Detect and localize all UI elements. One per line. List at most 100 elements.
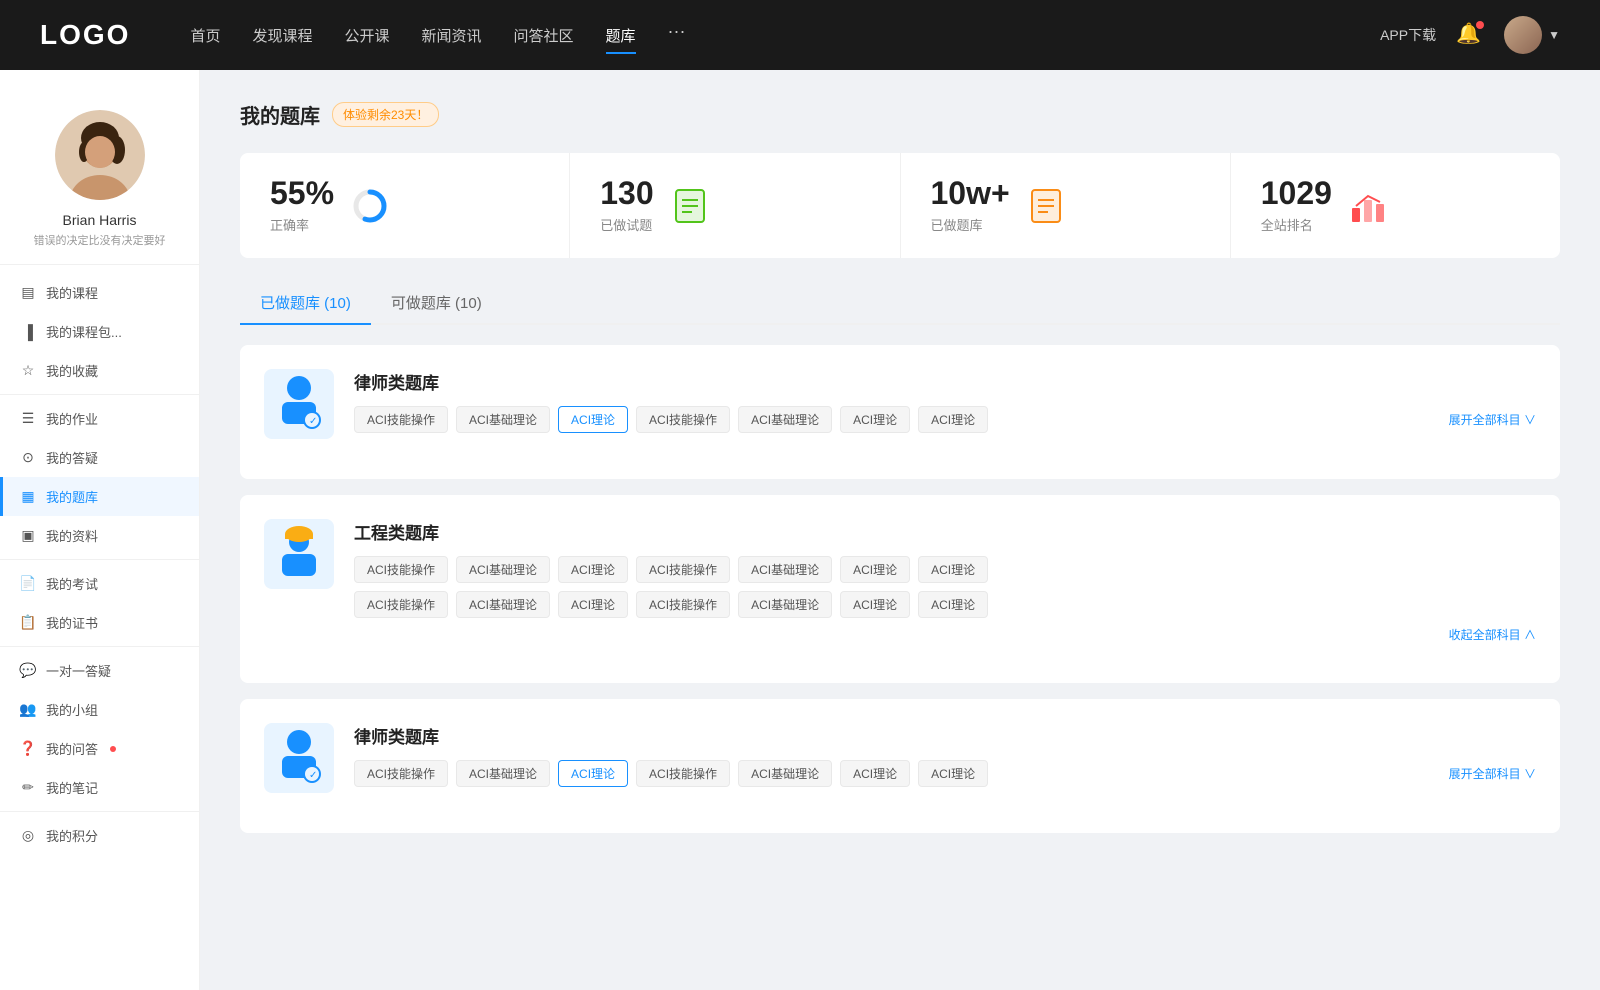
- stat-questions-done-label: 已做试题: [600, 215, 653, 234]
- bank-tag[interactable]: ACI基础理论: [738, 406, 832, 433]
- nav-bank[interactable]: 题库: [606, 21, 636, 50]
- bank-tag[interactable]: ACI理论: [840, 556, 910, 583]
- menu-item-my-course[interactable]: ▤ 我的课程: [0, 273, 199, 312]
- bank-tag[interactable]: ACI理论: [840, 760, 910, 787]
- sidebar: Brian Harris 错误的决定比没有决定要好 ▤ 我的课程 ▐ 我的课程包…: [0, 70, 200, 990]
- bank-tag[interactable]: ACI基础理论: [738, 556, 832, 583]
- menu-bank-label: 我的题库: [46, 487, 98, 506]
- nav-bell[interactable]: 🔔: [1456, 21, 1484, 49]
- bank-tag[interactable]: ACI技能操作: [636, 591, 730, 618]
- bank-tag[interactable]: ACI技能操作: [354, 760, 448, 787]
- menu-collection-icon: ☆: [20, 363, 36, 379]
- bank-tag[interactable]: ACI技能操作: [354, 591, 448, 618]
- nav-right: APP下载 🔔 ▼: [1380, 16, 1560, 54]
- stat-correct-rate: 55% 正确率: [240, 153, 570, 258]
- menu-item-my-bank[interactable]: ▦ 我的题库: [0, 477, 199, 516]
- menu-group-label: 我的小组: [46, 700, 98, 719]
- bank-tag[interactable]: ACI技能操作: [354, 556, 448, 583]
- menu-item-my-notes[interactable]: ✏ 我的笔记: [0, 768, 199, 807]
- bank-tag[interactable]: ACI基础理论: [456, 556, 550, 583]
- bank-card-lawyer-1: ✓ 律师类题库 ACI技能操作 ACI基础理论 ACI理论 ACI技能操作 AC…: [240, 345, 1560, 479]
- nav-discover[interactable]: 发现课程: [252, 21, 312, 50]
- menu-item-my-question[interactable]: ❓ 我的问答: [0, 729, 199, 768]
- bank-tag[interactable]: ACI技能操作: [636, 556, 730, 583]
- profile-motto: 错误的决定比没有决定要好: [34, 232, 166, 248]
- menu-item-my-qa[interactable]: ⊙ 我的答疑: [0, 438, 199, 477]
- stat-correct-rate-value: 55%: [270, 177, 334, 209]
- bank-tag[interactable]: ACI理论: [918, 591, 988, 618]
- bank-tags-lawyer-2: ACI技能操作 ACI基础理论 ACI理论 ACI技能操作 ACI基础理论 AC…: [354, 760, 1536, 787]
- tab-available-banks[interactable]: 可做题库 (10): [371, 282, 502, 323]
- menu-course-label: 我的课程: [46, 283, 98, 302]
- menu-notes-icon: ✏: [20, 780, 36, 796]
- menu-item-my-homework[interactable]: ☰ 我的作业: [0, 399, 199, 438]
- menu-question-dot: [110, 746, 116, 752]
- stat-rank-icon: [1348, 186, 1388, 226]
- menu-group-icon: 👥: [20, 702, 36, 718]
- bank-tag[interactable]: ACI理论: [918, 760, 988, 787]
- bank-card-engineer: 工程类题库 ACI技能操作 ACI基础理论 ACI理论 ACI技能操作 ACI基…: [240, 495, 1560, 683]
- bank-tag[interactable]: ACI技能操作: [354, 406, 448, 433]
- bank-card-engineer-header: 工程类题库 ACI技能操作 ACI基础理论 ACI理论 ACI技能操作 ACI基…: [264, 519, 1536, 643]
- nav-home[interactable]: 首页: [190, 21, 220, 50]
- menu-item-my-collection[interactable]: ☆ 我的收藏: [0, 351, 199, 390]
- menu-qa-icon: ⊙: [20, 450, 36, 466]
- stat-rank-value: 1029: [1261, 177, 1332, 209]
- bank-tag-highlighted[interactable]: ACI理论: [558, 406, 628, 433]
- bank-expand-lawyer-2[interactable]: 展开全部科目 ∨: [1449, 765, 1536, 782]
- page-title: 我的题库: [240, 100, 320, 129]
- nav-qa[interactable]: 问答社区: [514, 21, 574, 50]
- menu-collection-label: 我的收藏: [46, 361, 98, 380]
- menu-divider-1: [0, 394, 199, 395]
- bank-icon-lawyer-2: ✓: [264, 723, 334, 793]
- bank-tag[interactable]: ACI理论: [840, 406, 910, 433]
- bank-tag[interactable]: ACI理论: [918, 556, 988, 583]
- page-layout: Brian Harris 错误的决定比没有决定要好 ▤ 我的课程 ▐ 我的课程包…: [0, 0, 1600, 990]
- nav-avatar-wrap[interactable]: ▼: [1504, 16, 1560, 54]
- menu-item-my-data[interactable]: ▣ 我的资料: [0, 516, 199, 555]
- menu-one-on-one-label: 一对一答疑: [46, 661, 111, 680]
- bank-tag-highlighted[interactable]: ACI理论: [558, 760, 628, 787]
- menu-course-icon: ▤: [20, 285, 36, 301]
- nav-chevron-icon: ▼: [1548, 28, 1560, 42]
- menu-cert-label: 我的证书: [46, 613, 98, 632]
- bank-tag[interactable]: ACI理论: [558, 556, 628, 583]
- menu-item-my-exam[interactable]: 📄 我的考试: [0, 564, 199, 603]
- bank-tag[interactable]: ACI理论: [840, 591, 910, 618]
- nav-open-course[interactable]: 公开课: [344, 21, 389, 50]
- menu-item-my-course-pkg[interactable]: ▐ 我的课程包...: [0, 312, 199, 351]
- nav-more[interactable]: ···: [668, 21, 686, 50]
- bank-collapse-engineer[interactable]: 收起全部科目 ∧: [354, 626, 1536, 643]
- bank-tag[interactable]: ACI理论: [558, 591, 628, 618]
- bank-tag[interactable]: ACI基础理论: [456, 406, 550, 433]
- menu-item-my-points[interactable]: ◎ 我的积分: [0, 816, 199, 855]
- menu-divider-3: [0, 646, 199, 647]
- bank-expand-lawyer-1[interactable]: 展开全部科目 ∨: [1449, 411, 1536, 428]
- menu-question-label: 我的问答: [46, 739, 98, 758]
- menu-item-one-on-one[interactable]: 💬 一对一答疑: [0, 651, 199, 690]
- bank-tag[interactable]: ACI基础理论: [456, 591, 550, 618]
- bank-tag[interactable]: ACI基础理论: [456, 760, 550, 787]
- menu-course-pkg-label: 我的课程包...: [46, 322, 122, 341]
- nav-news[interactable]: 新闻资讯: [422, 21, 482, 50]
- nav-app-download[interactable]: APP下载: [1380, 25, 1436, 45]
- stat-questions-done-icon: [670, 186, 710, 226]
- main-content: 我的题库 体验剩余23天！ 55% 正确率: [200, 70, 1600, 990]
- bank-tag[interactable]: ACI技能操作: [636, 760, 730, 787]
- bank-tags-engineer-row1: ACI技能操作 ACI基础理论 ACI理论 ACI技能操作 ACI基础理论 AC…: [354, 556, 1536, 583]
- bank-info-engineer: 工程类题库 ACI技能操作 ACI基础理论 ACI理论 ACI技能操作 ACI基…: [354, 519, 1536, 643]
- menu-item-my-group[interactable]: 👥 我的小组: [0, 690, 199, 729]
- bank-tag[interactable]: ACI基础理论: [738, 591, 832, 618]
- bank-name-engineer: 工程类题库: [354, 519, 1536, 544]
- menu-homework-label: 我的作业: [46, 409, 98, 428]
- nav-avatar: [1504, 16, 1542, 54]
- menu-data-label: 我的资料: [46, 526, 98, 545]
- bank-tag[interactable]: ACI基础理论: [738, 760, 832, 787]
- stat-questions-done: 130 已做试题: [570, 153, 900, 258]
- bank-tag[interactable]: ACI理论: [918, 406, 988, 433]
- bank-tag[interactable]: ACI技能操作: [636, 406, 730, 433]
- stats-row: 55% 正确率 130 已做试题: [240, 153, 1560, 258]
- trial-badge: 体验剩余23天！: [332, 102, 439, 127]
- menu-item-my-cert[interactable]: 📋 我的证书: [0, 603, 199, 642]
- tab-done-banks[interactable]: 已做题库 (10): [240, 282, 371, 323]
